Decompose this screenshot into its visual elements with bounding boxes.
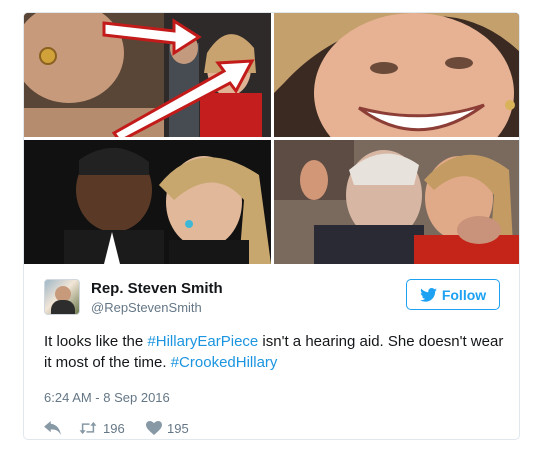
retweet-count: 196 [103,420,125,436]
hashtag-link-hillaryearpiece[interactable]: #HillaryEarPiece [147,333,258,350]
hashtag-link-crookedhillary[interactable]: #CrookedHillary [171,354,278,371]
photo-smiling-closeup-illustration [274,13,519,137]
photo-kiss-illustration [274,140,519,264]
tweet-actions: 196 195 [44,419,189,437]
photo-obama-clinton[interactable] [24,140,271,264]
photo-kiss[interactable] [274,140,519,264]
photo-smiling-closeup[interactable] [274,13,519,137]
author-handle[interactable]: @RepStevenSmith [91,300,202,316]
tweet-text: It looks like the #HillaryEarPiece isn't… [44,331,509,373]
retweet-icon [79,421,97,435]
photo-grid [24,13,519,264]
tweet-timestamp[interactable]: 6:24 AM - 8 Sep 2016 [44,390,170,406]
tweet-text-before: It looks like the [44,333,148,350]
like-count: 195 [167,420,189,436]
follow-button-label: Follow [441,286,487,303]
author-name[interactable]: Rep. Steven Smith [91,279,223,299]
photo-obama-clinton-illustration [24,140,271,264]
tweet-author: Rep. Steven Smith @RepStevenSmith Follow [44,279,500,319]
heart-icon [146,421,162,435]
tweet-card: Rep. Steven Smith @RepStevenSmith Follow… [23,12,520,440]
photo-ear-closeup[interactable] [24,13,271,137]
reply-button[interactable] [44,421,78,435]
retweet-button[interactable]: 196 [78,421,146,436]
avatar[interactable] [44,279,80,315]
follow-button[interactable]: Follow [406,279,500,310]
reply-icon [44,421,61,435]
photo-ear-closeup-illustration [24,13,271,137]
avatar-shoulders [51,300,75,314]
like-button[interactable]: 195 [146,421,189,436]
twitter-bird-icon [419,287,437,302]
